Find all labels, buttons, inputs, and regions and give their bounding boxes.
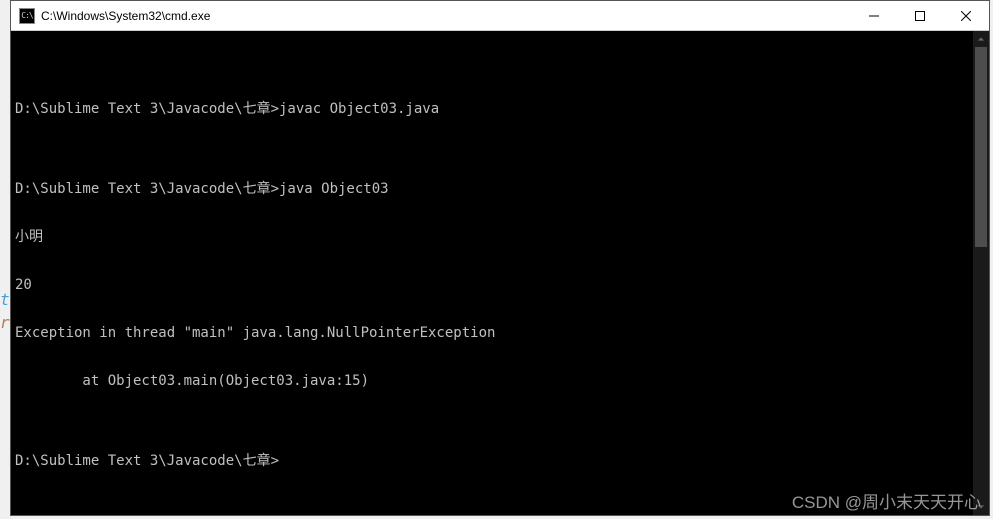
close-icon <box>961 11 971 21</box>
side-char-r: r <box>0 313 10 332</box>
chevron-up-icon <box>977 35 985 43</box>
terminal-output[interactable]: D:\Sublime Text 3\Javacode\七章>javac Obje… <box>11 31 973 515</box>
terminal-line: D:\Sublime Text 3\Javacode\七章> <box>15 453 969 469</box>
title-bar[interactable]: C:\ C:\Windows\System32\cmd.exe <box>11 1 989 31</box>
cmd-window: C:\ C:\Windows\System32\cmd.exe D:\Subli… <box>10 0 990 516</box>
minimize-button[interactable] <box>851 1 897 30</box>
editor-gutter-fragment: t r <box>0 290 10 332</box>
terminal-area: D:\Sublime Text 3\Javacode\七章>javac Obje… <box>11 31 989 515</box>
terminal-line: Exception in thread "main" java.lang.Nul… <box>15 325 969 341</box>
side-char-t: t <box>0 290 10 309</box>
window-title: C:\Windows\System32\cmd.exe <box>41 9 851 23</box>
vertical-scrollbar[interactable] <box>973 31 989 515</box>
scrollbar-track[interactable] <box>973 47 989 499</box>
minimize-icon <box>869 11 879 21</box>
terminal-line: D:\Sublime Text 3\Javacode\七章>java Objec… <box>15 181 969 197</box>
maximize-button[interactable] <box>897 1 943 30</box>
chevron-down-icon <box>977 503 985 511</box>
scrollbar-thumb[interactable] <box>975 47 987 247</box>
close-button[interactable] <box>943 1 989 30</box>
scroll-up-button[interactable] <box>973 31 989 47</box>
maximize-icon <box>915 11 925 21</box>
terminal-line: at Object03.main(Object03.java:15) <box>15 373 969 389</box>
terminal-line: D:\Sublime Text 3\Javacode\七章>javac Obje… <box>15 101 969 117</box>
terminal-line: 小明 <box>15 229 969 245</box>
cmd-icon: C:\ <box>19 8 35 24</box>
terminal-line: 20 <box>15 277 969 293</box>
window-controls <box>851 1 989 30</box>
scroll-down-button[interactable] <box>973 499 989 515</box>
